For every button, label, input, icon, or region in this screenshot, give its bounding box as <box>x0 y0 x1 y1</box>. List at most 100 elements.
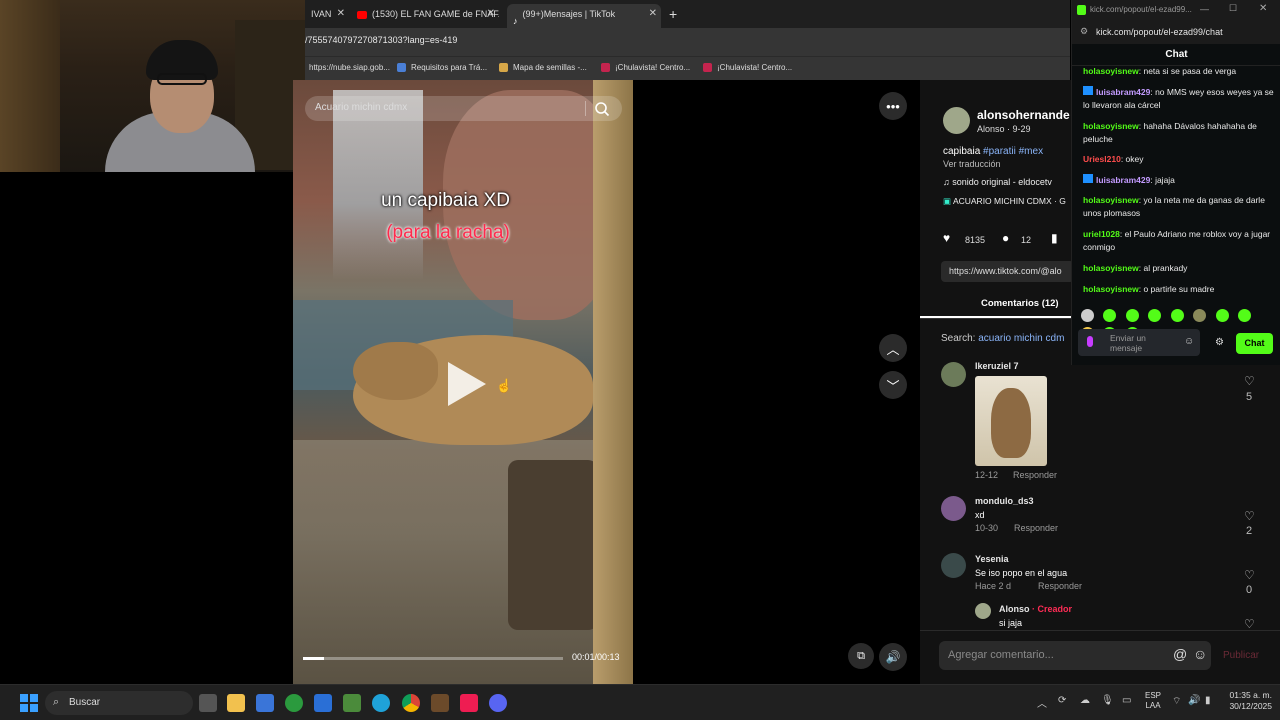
reply-button[interactable]: Responder <box>1014 523 1058 533</box>
tab-3[interactable]: ♪ (99+)Mensajes | TikTok ✕ <box>507 4 661 28</box>
more-options-button[interactable]: ••• <box>879 92 907 120</box>
bookmark-item[interactable]: ¡Chulavista! Centro... <box>601 63 690 73</box>
video-search-bar[interactable]: Acuario michin cdmx <box>305 96 622 121</box>
kick-url-bar[interactable]: ⚙ kick.com/popout/el-ezad99/chat <box>1072 20 1280 44</box>
bookmark-item[interactable]: ¡Chulavista! Centro... <box>703 63 792 73</box>
emote-icon[interactable] <box>1081 309 1094 322</box>
chrome-icon[interactable] <box>402 694 420 712</box>
avatar[interactable] <box>941 496 966 521</box>
bookmark-item[interactable]: Requisitos para Trá... <box>397 63 487 73</box>
battery-icon[interactable]: ▮ <box>1205 695 1211 706</box>
comment-username[interactable]: Yesenia <box>975 554 1009 564</box>
next-video-button[interactable]: ﹀ <box>879 371 907 399</box>
chat-message: uriel1028: el Paulo Adriano me roblox vo… <box>1083 229 1271 252</box>
minimize-icon[interactable]: — <box>1200 4 1209 14</box>
site-info-icon[interactable]: ⚙ <box>1080 26 1088 37</box>
chevron-up-icon[interactable]: ︿ <box>1037 695 1047 710</box>
bookmarks-bar: https://nube.siap.gob... Requisitos para… <box>305 56 1070 80</box>
comment-icon[interactable]: ● <box>1002 231 1009 245</box>
related-search[interactable]: Search: acuario michin cdm <box>941 333 1064 344</box>
search-icon[interactable] <box>594 101 610 117</box>
windows-start-icon[interactable] <box>20 694 38 712</box>
avatar[interactable] <box>941 362 966 387</box>
emote-icon[interactable] <box>1170 309 1184 322</box>
chat-send-button[interactable]: Chat <box>1236 333 1273 354</box>
emoji-icon[interactable]: ☺ <box>1184 336 1194 347</box>
close-icon[interactable]: ✕ <box>649 4 657 24</box>
chat-message-input[interactable]: Enviar un mensaje ☺ <box>1078 329 1200 356</box>
post-link-field[interactable]: https://www.tiktok.com/@alo <box>941 261 1074 282</box>
microphone-icon[interactable]: 🎙 <box>1101 695 1114 706</box>
minecraft-icon[interactable] <box>343 694 361 712</box>
bookmark-item[interactable]: Mapa de semillas -... <box>499 63 587 73</box>
mention-icon[interactable]: @ <box>1173 646 1187 662</box>
close-icon[interactable]: ✕ <box>337 4 345 24</box>
avatar[interactable] <box>941 553 966 578</box>
emoji-icon[interactable]: ☺ <box>1193 646 1207 662</box>
reply-button[interactable]: Responder <box>1038 581 1082 591</box>
post-username[interactable]: alonsohernande <box>977 108 1070 122</box>
glasses <box>157 73 207 85</box>
comment-username[interactable]: Ikeruziel 7 <box>975 361 1019 371</box>
tab-1[interactable]: IVAN ✕ <box>305 4 349 28</box>
translate-link[interactable]: Ver traducción <box>943 159 1001 169</box>
language-indicator[interactable]: ESP LAA <box>1145 691 1161 711</box>
post-comment-button[interactable]: Publicar <box>1223 650 1259 661</box>
emote-icon[interactable] <box>1215 309 1229 322</box>
reply-button[interactable]: Responder <box>1013 470 1057 480</box>
tab-2[interactable]: (1530) EL FAN GAME de FNAF... ✕ <box>351 4 499 28</box>
comment-input[interactable]: Agregar comentario... @ ☺ <box>939 641 1211 670</box>
emote-icon[interactable] <box>1148 309 1162 322</box>
cloud-icon[interactable]: ☁ <box>1080 695 1090 706</box>
picture-in-picture-button[interactable]: ⧉ <box>848 643 874 669</box>
microphone-icon[interactable] <box>1087 336 1093 347</box>
heart-icon[interactable]: ♡ <box>1244 374 1255 388</box>
heart-icon[interactable]: ♡ <box>1244 568 1255 582</box>
location-row[interactable]: ▣ ACUARIO MICHIN CDMX · G <box>943 196 1066 207</box>
edge-icon[interactable] <box>372 694 390 712</box>
close-icon[interactable]: ✕ <box>1259 3 1267 14</box>
task-view-icon[interactable] <box>199 694 217 712</box>
heart-icon[interactable]: ♡ <box>1244 509 1255 523</box>
avatar[interactable] <box>943 107 970 134</box>
kick-logo-icon <box>1077 5 1086 15</box>
xbox-icon[interactable] <box>285 694 303 712</box>
address-bar[interactable]: /7555740797270871303?lang=es-419 <box>305 28 1070 56</box>
maximize-icon[interactable]: ☐ <box>1229 3 1237 14</box>
wifi-icon[interactable]: ⌔ <box>1172 695 1181 708</box>
play-icon[interactable] <box>448 362 486 406</box>
clock[interactable]: 01:35 a. m. 30/12/2025 <box>1224 690 1272 712</box>
heart-icon[interactable]: ♡ <box>1244 617 1255 631</box>
comment-username[interactable]: mondulo_ds3 <box>975 496 1034 506</box>
volume-icon[interactable]: 🔊 <box>1188 695 1200 706</box>
sync-icon[interactable]: ⟳ <box>1058 695 1066 706</box>
battery-icon[interactable]: ▭ <box>1122 695 1131 706</box>
close-icon[interactable]: ✕ <box>487 4 495 24</box>
post-hashtags[interactable]: #paratii #mex <box>983 146 1043 157</box>
comment-sticker-image[interactable] <box>975 376 1047 466</box>
volume-button[interactable]: 🔊 <box>879 643 907 671</box>
app-icon[interactable] <box>314 694 332 712</box>
file-explorer-icon[interactable] <box>227 694 245 712</box>
emote-icon[interactable] <box>1238 309 1252 322</box>
emote-icon[interactable] <box>1125 309 1139 322</box>
sound-row[interactable]: ♫ sonido original - eldocetv <box>943 177 1052 187</box>
game-icon[interactable] <box>431 694 449 712</box>
emote-icon[interactable] <box>1103 309 1117 322</box>
avatar[interactable] <box>975 603 991 619</box>
discord-icon[interactable] <box>489 694 507 712</box>
previous-video-button[interactable]: ︿ <box>879 334 907 362</box>
settings-icon[interactable]: ⚙ <box>1215 337 1224 348</box>
store-icon[interactable] <box>256 694 274 712</box>
taskbar-search[interactable]: ⌕ Buscar <box>45 691 193 715</box>
progress-bar[interactable] <box>303 657 563 660</box>
emote-icon[interactable] <box>1193 309 1207 322</box>
tab-label: (1530) EL FAN GAME de FNAF... <box>372 9 499 19</box>
like-icon[interactable]: ♥ <box>943 231 950 245</box>
new-tab-button[interactable]: + <box>669 6 677 22</box>
tab-comments[interactable]: Comentarios (12) <box>920 292 1071 318</box>
bookmark-item[interactable]: https://nube.siap.gob... <box>309 63 390 72</box>
reply-username[interactable]: Alonso · Creador <box>999 604 1072 614</box>
tiktok-icon[interactable] <box>460 694 478 712</box>
bookmark-icon[interactable]: ▮ <box>1051 231 1058 245</box>
